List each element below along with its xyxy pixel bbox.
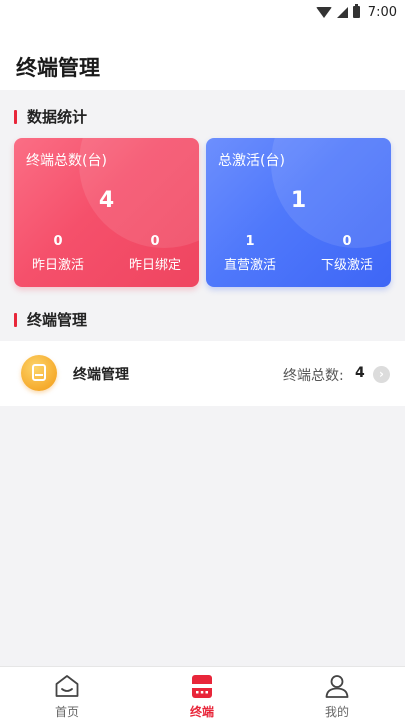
terminal-icon <box>192 675 212 698</box>
terminal-count-label: 终端总数: <box>283 368 344 384</box>
section-title-terminal-label: 终端管理 <box>27 311 88 329</box>
battery-icon <box>352 4 360 18</box>
nav-item-home[interactable]: 首页 <box>27 667 107 720</box>
yesterday-bound: 0 昨日绑定 <box>115 234 195 273</box>
subordinate-activated-label: 下级激活 <box>320 258 373 273</box>
terminal-total-value: 4 <box>98 188 115 213</box>
total-activation-card[interactable]: 总激活(台) 1 1 直营激活 0 下级激活 <box>206 138 391 287</box>
total-activation-value: 1 <box>290 188 307 213</box>
user-icon <box>325 675 349 698</box>
terminal-total-title: 终端总数(台) <box>26 153 107 169</box>
yesterday-activated-count: 0 <box>53 234 63 249</box>
bottom-nav: 首页 终端 我的 <box>0 666 405 720</box>
terminal-management-label: 终端管理 <box>73 367 129 383</box>
section-accent-bar <box>14 312 17 327</box>
terminal-device-icon <box>21 355 57 391</box>
yesterday-activated-label: 昨日激活 <box>31 258 84 273</box>
section-title-stats-label: 数据统计 <box>27 108 88 126</box>
section-accent-bar <box>14 109 17 124</box>
section-title-terminal: 终端管理 <box>14 309 87 330</box>
total-activation-title: 总激活(台) <box>218 153 285 169</box>
nav-label-terminal: 终端 <box>189 705 214 719</box>
home-icon <box>55 675 79 697</box>
terminal-management-row[interactable]: 终端管理 终端总数: 4 › <box>0 341 405 406</box>
yesterday-bound-count: 0 <box>150 234 160 249</box>
subordinate-activated: 0 下级激活 <box>307 234 387 273</box>
signal-icon <box>336 6 348 18</box>
wifi-icon <box>315 6 332 18</box>
direct-activated-label: 直营激活 <box>223 258 276 273</box>
app-header: 终端管理 <box>0 24 405 90</box>
direct-activated: 1 直营激活 <box>210 234 290 273</box>
yesterday-bound-label: 昨日绑定 <box>128 258 181 273</box>
status-bar: 7:00 <box>0 0 405 24</box>
subordinate-activated-count: 0 <box>342 234 352 249</box>
nav-item-terminal[interactable]: 终端 <box>162 667 242 720</box>
terminal-total-card[interactable]: 终端总数(台) 4 0 昨日激活 0 昨日绑定 <box>14 138 199 287</box>
page-title: 终端管理 <box>16 56 100 80</box>
terminal-count-value: 4 <box>355 365 365 381</box>
section-title-stats: 数据统计 <box>14 106 87 127</box>
chevron-right-icon[interactable]: › <box>373 366 390 383</box>
nav-item-mine[interactable]: 我的 <box>297 667 377 720</box>
direct-activated-count: 1 <box>245 234 255 249</box>
yesterday-activated: 0 昨日激活 <box>18 234 98 273</box>
status-time: 7:00 <box>367 4 397 20</box>
nav-label-mine: 我的 <box>324 705 349 719</box>
nav-label-home: 首页 <box>54 705 79 719</box>
